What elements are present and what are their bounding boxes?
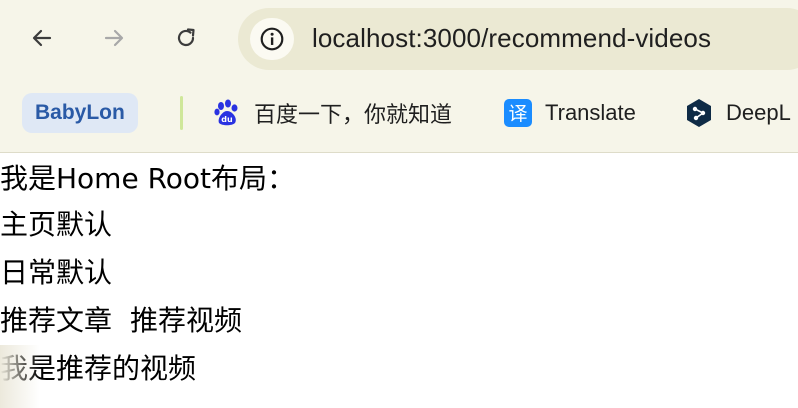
- page-content: 我是Home Root布局： 主页默认 日常默认 推荐文章 推荐视频 我是推荐的视…: [0, 153, 798, 408]
- home-default-text: 主页默认: [0, 208, 113, 241]
- recommended-videos-text: 我是推荐的视频: [0, 352, 197, 385]
- url-text[interactable]: localhost:3000/recommend-videos: [312, 23, 711, 54]
- bookmarks-bar: BabyLon du 百度一下，你就知道 译 Translate DeepL: [0, 86, 798, 138]
- forward-button[interactable]: [98, 22, 130, 54]
- bookmark-translate[interactable]: 译 Translate: [503, 94, 636, 132]
- reload-button[interactable]: [170, 22, 202, 54]
- svg-text:du: du: [221, 115, 233, 124]
- arrow-left-icon: [32, 29, 52, 47]
- baidu-paw-icon: du: [212, 98, 242, 128]
- recommend-articles-link[interactable]: 推荐文章: [0, 304, 112, 337]
- back-button[interactable]: [26, 22, 58, 54]
- translate-icon: 译: [503, 98, 533, 128]
- arrow-right-icon: [104, 29, 124, 47]
- svg-text:译: 译: [508, 103, 527, 125]
- bookmark-label: 百度一下，你就知道: [254, 102, 453, 127]
- daily-default-text: 日常默认: [0, 256, 113, 289]
- bookmark-baidu[interactable]: du 百度一下，你就知道: [212, 94, 452, 132]
- recommend-videos-link[interactable]: 推荐视频: [130, 304, 242, 337]
- site-info-button[interactable]: [250, 18, 294, 60]
- bookmark-separator: [180, 96, 183, 130]
- bookmark-deepl[interactable]: DeepL: [684, 94, 791, 132]
- bookmark-babylon[interactable]: BabyLon: [22, 93, 138, 133]
- deepl-icon: [684, 98, 714, 128]
- bookmark-label: Translate: [545, 100, 636, 125]
- reload-icon: [177, 28, 195, 47]
- browser-toolbar: localhost:3000/recommend-videos BabyLon …: [0, 0, 798, 153]
- recommend-nav: 推荐文章 推荐视频: [0, 305, 242, 337]
- info-circle-icon: [260, 27, 284, 51]
- address-bar[interactable]: localhost:3000/recommend-videos: [238, 8, 798, 70]
- home-root-layout-text: 我是Home Root布局：: [0, 162, 296, 195]
- bookmark-label: DeepL: [726, 100, 791, 125]
